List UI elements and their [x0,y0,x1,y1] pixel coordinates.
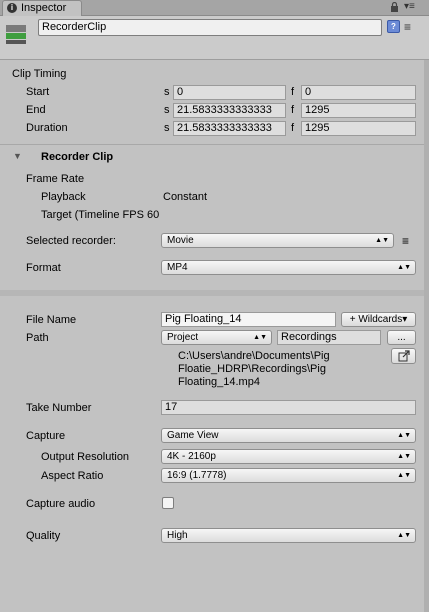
selected-recorder-value: Movie [167,235,194,246]
quality-value: High [167,530,188,541]
lock-icon[interactable] [390,2,399,12]
duration-seconds-unit: s [164,122,170,134]
path-root-value: Project [167,332,199,343]
clip-timing-heading: Clip Timing [12,68,67,80]
path-folder-field[interactable]: Recordings [277,330,381,345]
duration-frames-field[interactable]: 1295 [301,121,416,136]
tab-inspector[interactable]: i Inspector [2,0,82,17]
open-external-icon [398,350,410,362]
chevron-updown-icon: ▲▼ [397,472,411,479]
help-icon[interactable]: ? [387,20,400,33]
settings-icon[interactable]: ≡ [404,20,411,34]
recorder-clip-icon [6,25,26,44]
selected-recorder-dropdown[interactable]: Movie ▲▼ [161,233,394,248]
path-root-dropdown[interactable]: Project ▲▼ [161,330,272,345]
open-folder-button[interactable] [391,348,416,364]
chevron-updown-icon: ▲▼ [375,237,389,244]
format-value: MP4 [167,262,188,273]
chevron-updown-icon: ▲▼ [397,453,411,460]
output-resolution-label: Output Resolution [41,451,130,463]
section-divider [0,144,429,145]
capture-audio-label: Capture audio [26,498,96,510]
start-seconds-field[interactable]: 0 [173,85,286,100]
end-frames-unit: f [291,104,295,116]
browse-button[interactable]: ... [387,330,416,345]
target-label: Target (Timeline FPS 60 [41,209,160,221]
quality-label: Quality [26,530,61,542]
end-frames-field[interactable]: 1295 [301,103,416,118]
duration-label: Duration [26,122,68,134]
capture-audio-checkbox[interactable] [162,497,174,509]
aspect-ratio-value: 16:9 (1.7778) [167,470,227,481]
duration-frames-unit: f [291,122,295,134]
section-band [0,290,429,296]
start-frames-unit: f [291,86,295,98]
format-dropdown[interactable]: MP4 ▲▼ [161,260,416,275]
end-label: End [26,104,46,116]
chevron-updown-icon: ▲▼ [397,264,411,271]
aspect-ratio-label: Aspect Ratio [41,470,104,482]
output-resolution-dropdown[interactable]: 4K - 2160p ▲▼ [161,449,416,464]
info-icon: i [7,3,17,13]
start-seconds-unit: s [164,86,170,98]
aspect-ratio-dropdown[interactable]: 16:9 (1.7778) ▲▼ [161,468,416,483]
chevron-updown-icon: ▲▼ [253,334,267,341]
resolved-path-line-3: Floating_14.mp4 [178,376,260,388]
tab-menu-icon[interactable]: ▾≡ [404,1,415,12]
resolved-path-line-1: C:\Users\andre\Documents\Pig [178,350,330,362]
format-label: Format [26,262,61,274]
end-seconds-unit: s [164,104,170,116]
file-name-field[interactable]: Pig Floating_14 [161,312,336,327]
frame-rate-label: Frame Rate [26,173,85,185]
scrollbar-track[interactable] [424,60,429,612]
chevron-updown-icon: ▲▼ [397,432,411,439]
resolved-path-line-2: Floatie_HDRP\Recordings\Pig [178,363,326,375]
start-label: Start [26,86,50,98]
start-frames-field[interactable]: 0 [301,85,416,100]
take-number-field[interactable]: 17 [161,400,416,415]
quality-dropdown[interactable]: High ▲▼ [161,528,416,543]
output-resolution-value: 4K - 2160p [167,451,216,462]
capture-label: Capture [26,430,66,442]
duration-seconds-field[interactable]: 21.5833333333333 [173,121,286,136]
foldout-arrow-icon[interactable]: ▼ [13,151,22,161]
wildcards-button[interactable]: + Wildcards▾ [341,312,416,327]
path-label: Path [26,332,49,344]
object-name-field[interactable]: RecorderClip [38,19,382,36]
recorder-settings-icon[interactable]: ≡ [402,234,409,248]
capture-dropdown[interactable]: Game View ▲▼ [161,428,416,443]
take-number-label: Take Number [26,402,92,414]
capture-value: Game View [167,430,219,441]
playback-value: Constant [163,191,208,203]
recorder-clip-heading[interactable]: Recorder Clip [41,151,113,163]
tab-inspector-label: Inspector [21,2,67,14]
file-name-label: File Name [26,314,77,326]
selected-recorder-label: Selected recorder: [26,235,116,247]
end-seconds-field[interactable]: 21.5833333333333 [173,103,286,118]
chevron-updown-icon: ▲▼ [397,532,411,539]
playback-label: Playback [41,191,86,203]
